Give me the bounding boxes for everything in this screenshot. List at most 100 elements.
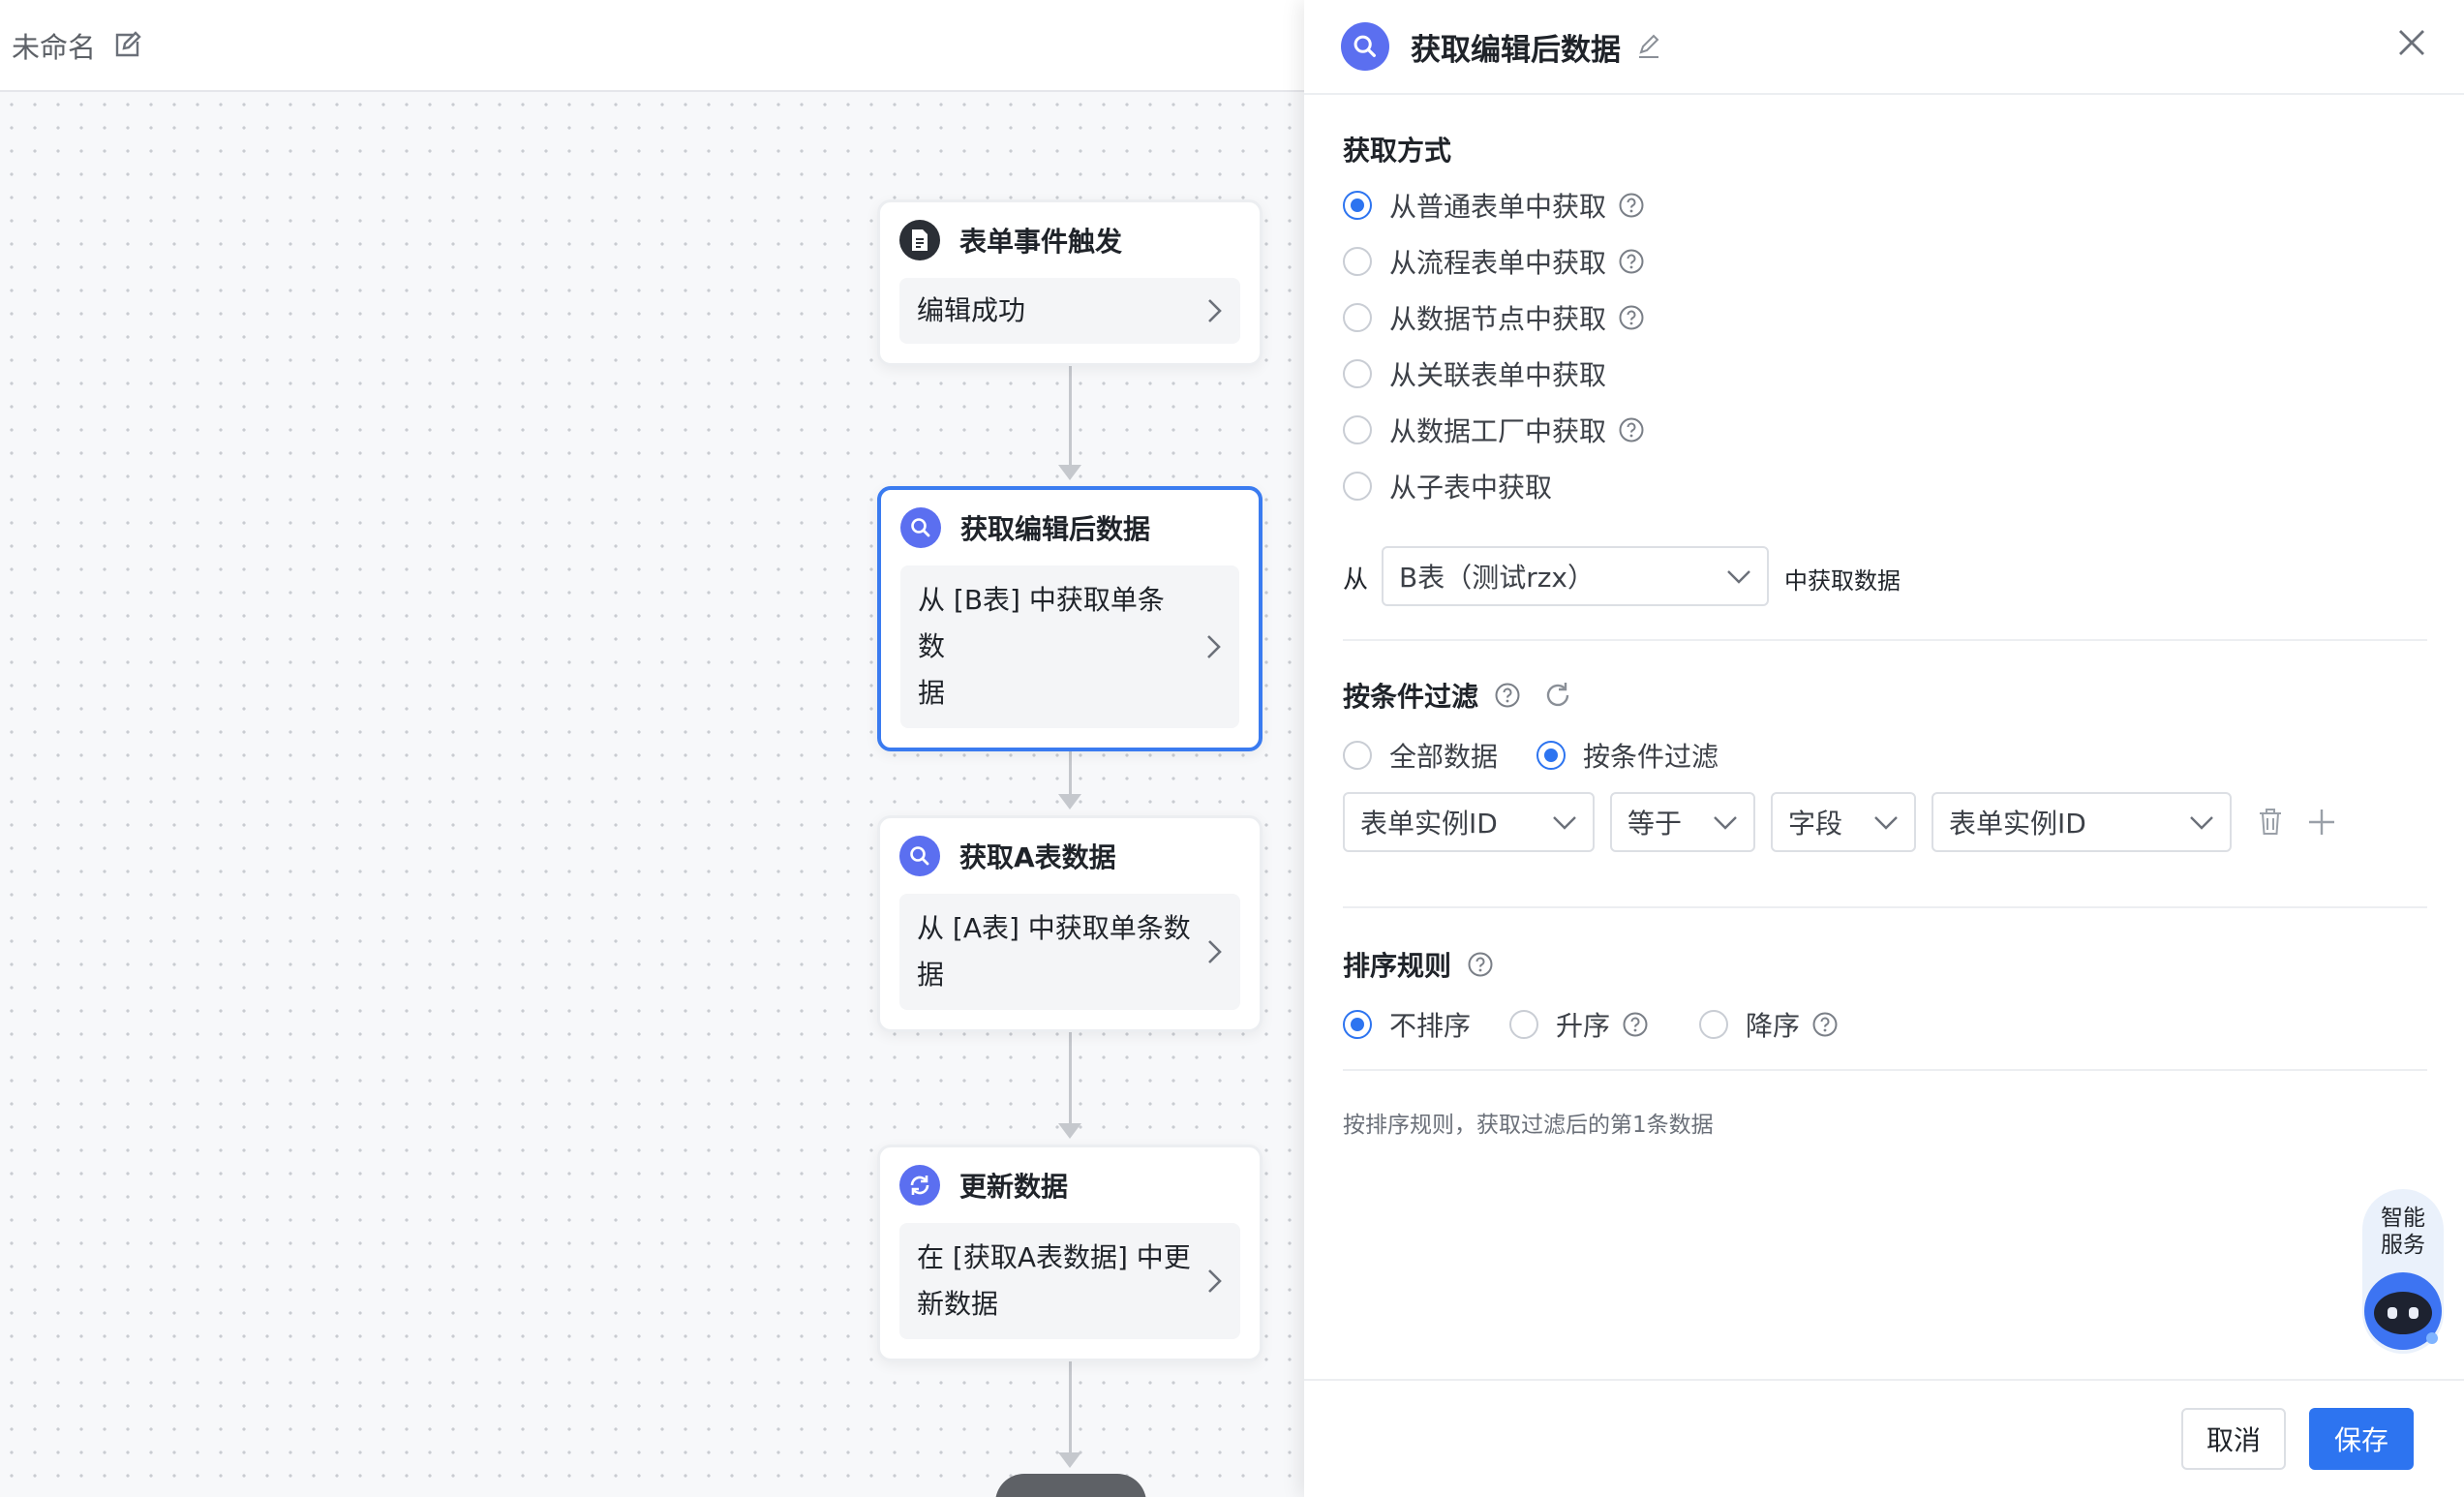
search-icon [1341,22,1389,71]
radio-button[interactable] [1536,741,1566,770]
sort-hint: 按排序规则，获取过滤后的第1条数据 [1343,1113,1714,1138]
radio-label: 从普通表单中获取 [1389,191,1607,223]
node-body[interactable]: 从 [B表] 中获取单条数 据 [900,565,1239,728]
help-icon[interactable] [1618,248,1645,275]
select-value: 字段 [1788,808,1843,840]
radio-button[interactable] [1509,1010,1538,1039]
filter-label: 按条件过滤 [1343,676,1573,715]
radio-label: 从数据节点中获取 [1389,303,1607,335]
pencil-icon[interactable] [1636,34,1661,59]
chevron-right-icon [1207,635,1221,658]
connector-arrow [1058,1452,1081,1468]
help-icon[interactable] [1618,192,1645,219]
chevron-down-icon [1553,816,1576,830]
flow-node-get-a-table[interactable]: 获取A表数据 从 [A表] 中获取单条数 据 [877,815,1262,1032]
radio-label: 从数据工厂中获取 [1389,415,1607,447]
node-title: 更新数据 [959,1171,1069,1203]
condition-value-select[interactable]: 表单实例ID [1932,792,2232,852]
help-icon[interactable] [1494,682,1521,709]
flow-node-update-data[interactable]: 更新数据 在 [获取A表数据] 中更 新数据 [877,1145,1262,1361]
radio-button[interactable] [1699,1010,1728,1039]
add-icon[interactable] [2307,808,2336,837]
radio-label: 从流程表单中获取 [1389,247,1607,279]
radio-button[interactable] [1343,303,1372,332]
radio-button[interactable] [1343,191,1372,220]
source-suffix: 中获取数据 [1784,567,1901,595]
connector-line [1069,360,1072,465]
save-button[interactable]: 保存 [2309,1408,2414,1470]
radio-filter-condition[interactable]: 按条件过滤 [1536,736,1719,775]
chevron-right-icon [1208,940,1222,963]
help-icon[interactable] [1618,304,1645,331]
help-icon[interactable] [1618,416,1645,443]
connector-arrow [1058,1123,1081,1139]
radio-sort-desc[interactable]: 降序 [1699,1005,1839,1044]
node-header: 表单事件触发 [899,220,1240,260]
divider [1343,639,2427,641]
flow-node-get-edited-data[interactable]: 获取编辑后数据 从 [B表] 中获取单条数 据 [877,486,1262,751]
radio-button[interactable] [1343,415,1372,444]
divider [1343,906,2427,908]
node-body[interactable]: 在 [获取A表数据] 中更 新数据 [899,1223,1240,1339]
radio-filter-all[interactable]: 全部数据 [1343,736,1498,775]
radio-fetch-subtable[interactable]: 从子表中获取 [1343,467,1552,505]
node-body-text: 据 [917,959,945,991]
condition-value-type-select[interactable]: 字段 [1771,792,1916,852]
radio-sort-none[interactable]: 不排序 [1343,1005,1471,1044]
radio-button[interactable] [1343,1010,1372,1039]
flow-canvas[interactable]: 表单事件触发 编辑成功 获取编辑后数据 从 [B表] 中获取单条数 据 获取A表… [0,0,1304,1497]
radio-fetch-related-form[interactable]: 从关联表单中获取 [1343,354,1606,393]
radio-label: 全部数据 [1389,741,1499,773]
cancel-button[interactable]: 取消 [2181,1408,2286,1470]
radio-fetch-process-form[interactable]: 从流程表单中获取 [1343,242,1645,281]
radio-button[interactable] [1343,359,1372,388]
trash-icon[interactable] [2257,808,2284,837]
node-body[interactable]: 编辑成功 [899,278,1240,344]
connector-arrow [1058,465,1081,480]
panel-title: 获取编辑后数据 [1411,32,1621,68]
condition-field-select[interactable]: 表单实例ID [1343,792,1595,852]
radio-label: 升序 [1556,1010,1611,1042]
end-node[interactable] [995,1474,1146,1497]
flow-node-form-trigger[interactable]: 表单事件触发 编辑成功 [877,199,1262,366]
radio-button[interactable] [1343,741,1372,770]
node-body-text: 编辑成功 [917,294,1026,326]
radio-label: 从关联表单中获取 [1389,359,1607,391]
panel-footer [1304,1379,2464,1381]
smart-service-line1: 智能 [2381,1206,2425,1231]
cancel-button-label: 取消 [2205,1424,2261,1456]
chevron-down-icon [2190,816,2213,830]
node-body-text: 从 [A表] 中获取单条数 [917,912,1191,944]
chevron-down-icon [1727,570,1750,584]
node-body-text: 从 [B表] 中获取单条数 [918,584,1165,662]
refresh-icon [899,1165,940,1206]
radio-fetch-normal-form[interactable]: 从普通表单中获取 [1343,186,1645,225]
help-icon[interactable] [1622,1011,1649,1038]
edit-icon[interactable] [111,30,142,61]
condition-operator-select[interactable]: 等于 [1610,792,1755,852]
connector-line [1069,1019,1072,1123]
node-body-text: 据 [918,677,946,709]
node-title: 获取A表数据 [959,841,1116,873]
help-icon[interactable] [1467,951,1494,978]
refresh-icon[interactable] [1542,680,1573,711]
node-body[interactable]: 从 [A表] 中获取单条数 据 [899,894,1240,1010]
radio-label: 从子表中获取 [1389,472,1553,504]
help-icon[interactable] [1811,1011,1839,1038]
radio-button[interactable] [1343,247,1372,276]
close-icon[interactable] [2392,23,2431,62]
chevron-down-icon [1874,816,1898,830]
radio-label: 降序 [1746,1010,1801,1042]
node-header: 获取A表数据 [899,836,1240,876]
smart-service-label: 智能 服务 [2362,1205,2444,1259]
smart-service-widget[interactable]: 智能 服务 [2362,1189,2444,1354]
source-table-select[interactable]: B表（测试rzx） [1382,546,1769,606]
radio-sort-asc[interactable]: 升序 [1509,1005,1649,1044]
fetch-mode-label: 获取方式 [1343,130,1451,168]
radio-fetch-data-factory[interactable]: 从数据工厂中获取 [1343,411,1645,449]
radio-fetch-data-node[interactable]: 从数据节点中获取 [1343,298,1645,337]
source-prefix: 从 [1343,565,1369,595]
radio-button[interactable] [1343,472,1372,501]
panel-header: 获取编辑后数据 [1304,0,2464,95]
filter-label-text: 按条件过滤 [1343,681,1479,713]
